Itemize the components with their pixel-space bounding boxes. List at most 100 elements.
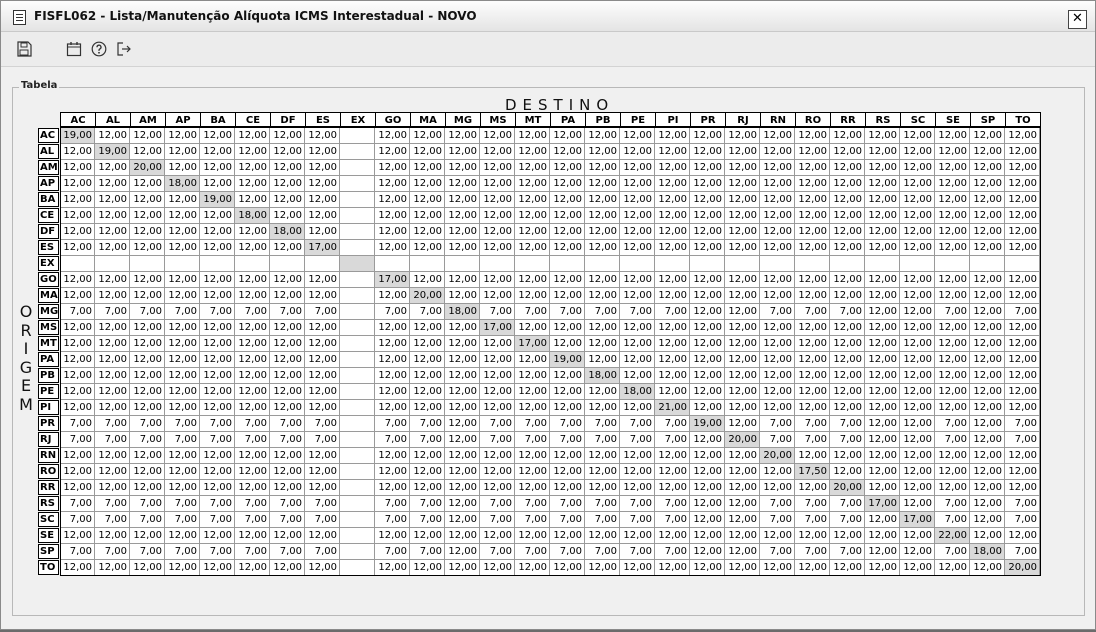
rate-cell[interactable]: 12,00 <box>165 368 200 384</box>
rate-cell[interactable]: 12,00 <box>935 128 970 144</box>
rate-cell[interactable]: 12,00 <box>515 560 550 576</box>
rate-cell[interactable]: 22,00 <box>935 528 970 544</box>
rate-cell[interactable]: 12,00 <box>865 144 900 160</box>
rate-cell[interactable]: 12,00 <box>585 464 620 480</box>
calendar-icon[interactable] <box>66 41 82 57</box>
rate-cell[interactable]: 12,00 <box>690 448 725 464</box>
rate-cell[interactable]: 12,00 <box>725 288 760 304</box>
rate-cell[interactable]: 12,00 <box>795 224 830 240</box>
rate-cell[interactable]: 12,00 <box>165 192 200 208</box>
rate-cell[interactable]: 17,50 <box>795 464 830 480</box>
rate-cell[interactable]: 12,00 <box>270 128 305 144</box>
rate-cell[interactable]: 12,00 <box>445 560 480 576</box>
rate-cell[interactable]: 12,00 <box>865 560 900 576</box>
rate-cell[interactable]: 12,00 <box>585 192 620 208</box>
rate-cell[interactable]: 12,00 <box>445 336 480 352</box>
rate-cell[interactable]: 12,00 <box>235 528 270 544</box>
rate-cell[interactable]: 12,00 <box>725 496 760 512</box>
rate-cell[interactable]: 12,00 <box>550 368 585 384</box>
rate-cell[interactable]: 12,00 <box>375 352 410 368</box>
rate-cell[interactable]: 12,00 <box>1005 288 1040 304</box>
rate-cell[interactable]: 7,00 <box>95 512 130 528</box>
rate-cell[interactable]: 7,00 <box>305 512 340 528</box>
rate-cell[interactable]: 12,00 <box>725 128 760 144</box>
rate-cell[interactable]: 12,00 <box>690 336 725 352</box>
rate-cell[interactable]: 12,00 <box>760 480 795 496</box>
rate-cell[interactable]: 12,00 <box>865 464 900 480</box>
rate-cell[interactable]: 12,00 <box>865 432 900 448</box>
rate-cell[interactable]: 12,00 <box>305 528 340 544</box>
rate-cell[interactable]: 12,00 <box>830 160 865 176</box>
rate-cell[interactable]: 12,00 <box>375 480 410 496</box>
rate-cell[interactable]: 7,00 <box>235 544 270 560</box>
rate-cell[interactable]: 7,00 <box>235 416 270 432</box>
rate-cell[interactable]: 12,00 <box>445 384 480 400</box>
rate-cell[interactable]: 12,00 <box>585 240 620 256</box>
rate-cell[interactable] <box>340 368 375 384</box>
rate-cell[interactable]: 12,00 <box>725 464 760 480</box>
rate-cell[interactable]: 12,00 <box>865 192 900 208</box>
rate-cell[interactable]: 19,00 <box>550 352 585 368</box>
rate-cell[interactable]: 12,00 <box>725 368 760 384</box>
rate-cell[interactable]: 12,00 <box>865 336 900 352</box>
rate-cell[interactable]: 12,00 <box>865 208 900 224</box>
rate-cell[interactable]: 12,00 <box>445 480 480 496</box>
rate-cell[interactable]: 12,00 <box>270 560 305 576</box>
rate-cell[interactable]: 12,00 <box>585 128 620 144</box>
rate-cell[interactable]: 12,00 <box>795 192 830 208</box>
rate-cell[interactable]: 7,00 <box>935 544 970 560</box>
rate-cell[interactable]: 12,00 <box>865 304 900 320</box>
rate-cell[interactable]: 12,00 <box>970 160 1005 176</box>
rate-cell[interactable]: 12,00 <box>130 192 165 208</box>
rate-cell[interactable]: 12,00 <box>235 384 270 400</box>
rate-cell[interactable]: 12,00 <box>480 528 515 544</box>
rate-cell[interactable]: 12,00 <box>830 128 865 144</box>
rate-cell[interactable]: 12,00 <box>970 240 1005 256</box>
rate-cell[interactable]: 12,00 <box>550 288 585 304</box>
rate-cell[interactable]: 12,00 <box>585 384 620 400</box>
rate-cell[interactable]: 12,00 <box>270 176 305 192</box>
rate-cell[interactable]: 12,00 <box>480 192 515 208</box>
rate-cell[interactable]: 7,00 <box>550 432 585 448</box>
rate-cell[interactable]: 12,00 <box>865 368 900 384</box>
rate-cell[interactable]: 7,00 <box>270 512 305 528</box>
rate-cell[interactable]: 12,00 <box>165 528 200 544</box>
rate-cell[interactable]: 20,00 <box>410 288 445 304</box>
rate-cell[interactable]: 12,00 <box>1005 240 1040 256</box>
rate-cell[interactable]: 12,00 <box>60 448 95 464</box>
rate-cell[interactable]: 7,00 <box>200 304 235 320</box>
rate-cell[interactable]: 12,00 <box>795 368 830 384</box>
rate-cell[interactable]: 12,00 <box>130 464 165 480</box>
rate-cell[interactable]: 12,00 <box>550 160 585 176</box>
rate-cell[interactable]: 12,00 <box>445 160 480 176</box>
rate-cell[interactable]: 12,00 <box>760 272 795 288</box>
rate-cell[interactable]: 7,00 <box>165 416 200 432</box>
rate-cell[interactable]: 12,00 <box>305 560 340 576</box>
rate-cell[interactable]: 12,00 <box>410 352 445 368</box>
save-icon[interactable] <box>16 41 32 57</box>
rate-cell[interactable]: 7,00 <box>375 432 410 448</box>
rate-cell[interactable]: 7,00 <box>270 416 305 432</box>
rate-cell[interactable]: 7,00 <box>95 496 130 512</box>
rate-cell[interactable]: 12,00 <box>585 448 620 464</box>
rate-cell[interactable]: 12,00 <box>935 400 970 416</box>
rate-cell[interactable]: 7,00 <box>760 512 795 528</box>
rate-cell[interactable]: 12,00 <box>305 272 340 288</box>
rate-cell[interactable]: 12,00 <box>270 384 305 400</box>
rate-cell[interactable]: 12,00 <box>480 176 515 192</box>
rate-cell[interactable]: 12,00 <box>655 192 690 208</box>
rate-cell[interactable]: 12,00 <box>445 192 480 208</box>
rate-cell[interactable]: 12,00 <box>60 464 95 480</box>
rate-cell[interactable]: 12,00 <box>130 528 165 544</box>
rate-cell[interactable]: 7,00 <box>130 512 165 528</box>
rate-cell[interactable]: 12,00 <box>830 336 865 352</box>
rate-cell[interactable]: 12,00 <box>865 480 900 496</box>
rate-cell[interactable]: 12,00 <box>865 240 900 256</box>
rate-cell[interactable]: 12,00 <box>585 560 620 576</box>
rate-cell[interactable]: 12,00 <box>795 480 830 496</box>
rate-cell[interactable]: 12,00 <box>445 464 480 480</box>
rate-cell[interactable]: 7,00 <box>935 432 970 448</box>
rate-cell[interactable]: 12,00 <box>1005 208 1040 224</box>
rate-cell[interactable]: 12,00 <box>270 240 305 256</box>
rate-cell[interactable]: 12,00 <box>270 144 305 160</box>
